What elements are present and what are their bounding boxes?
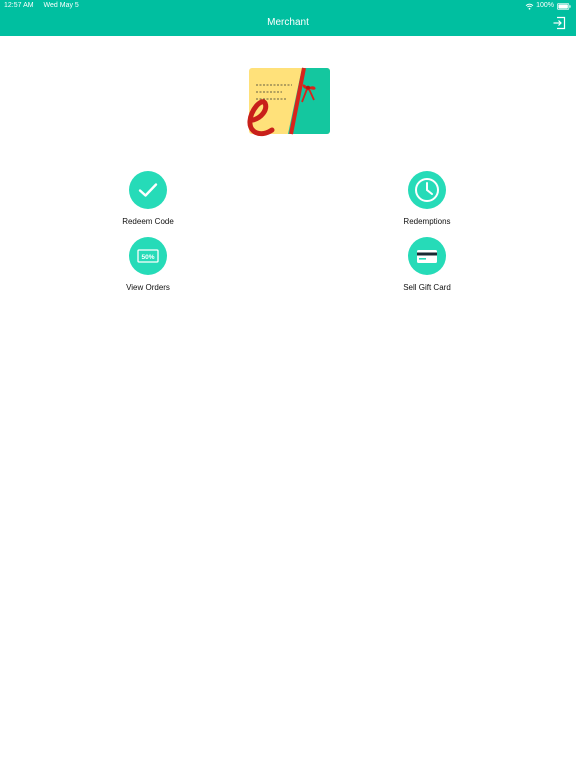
view-orders-label: View Orders <box>126 283 170 292</box>
redemptions-label: Redemptions <box>403 217 451 226</box>
redeem-code-button[interactable]: Redeem Code <box>88 171 208 226</box>
discount-tag-icon: 50% <box>137 249 159 263</box>
checkmark-icon <box>138 183 158 197</box>
sell-gift-card-circle <box>408 237 446 275</box>
view-orders-circle: 50% <box>129 237 167 275</box>
app-header: 12:57 AM Wed May 5 100% Merchant <box>0 0 576 36</box>
clock-icon <box>415 178 439 202</box>
page-title: Merchant <box>267 17 309 28</box>
redeem-code-label: Redeem Code <box>122 217 174 226</box>
wifi-icon <box>525 3 534 10</box>
status-right: 100% <box>525 0 572 12</box>
view-orders-button[interactable]: 50% View Orders <box>88 237 208 292</box>
credit-card-icon <box>417 249 437 263</box>
redemptions-button[interactable]: Redemptions <box>367 171 487 226</box>
status-left: 12:57 AM Wed May 5 <box>4 0 79 12</box>
status-date: Wed May 5 <box>43 2 79 9</box>
redeem-code-circle <box>129 171 167 209</box>
discount-tag-text: 50% <box>141 254 154 261</box>
gift-card-logo <box>247 67 330 137</box>
battery-percent: 100% <box>536 2 554 9</box>
sell-gift-card-label: Sell Gift Card <box>403 283 451 292</box>
status-time: 12:57 AM <box>4 2 34 9</box>
status-bar: 12:57 AM Wed May 5 100% <box>0 0 576 12</box>
logout-icon[interactable] <box>552 16 566 30</box>
redemptions-circle <box>408 171 446 209</box>
battery-icon <box>557 2 571 10</box>
sell-gift-card-button[interactable]: Sell Gift Card <box>367 237 487 292</box>
